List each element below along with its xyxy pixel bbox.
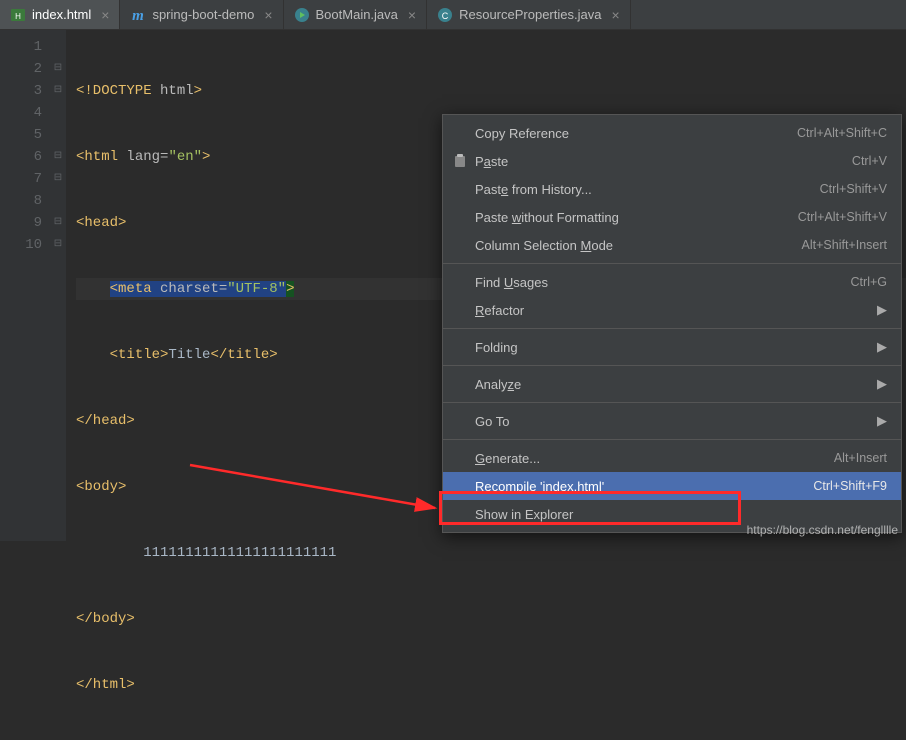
line-number: 10 [0,234,42,256]
line-number: 9 [0,212,42,234]
maven-icon: m [130,7,146,23]
tab-index-html[interactable]: H index.html × [0,0,120,29]
menu-item-folding[interactable]: Folding▶ [443,333,901,361]
menu-separator [443,365,901,366]
svg-text:H: H [15,12,21,21]
line-number: 5 [0,124,42,146]
line-number: 6 [0,146,42,168]
menu-item-paste-history[interactable]: Paste from History...Ctrl+Shift+V [443,175,901,203]
chevron-right-icon: ▶ [877,376,887,392]
line-number: 3 [0,80,42,102]
svg-text:m: m [133,8,145,23]
menu-separator [443,328,901,329]
menu-item-analyze[interactable]: Analyze▶ [443,370,901,398]
tab-spring-boot-demo[interactable]: m spring-boot-demo × [120,0,283,29]
menu-item-refactor[interactable]: Refactor▶ [443,296,901,324]
menu-separator [443,263,901,264]
menu-separator [443,439,901,440]
tab-label: ResourceProperties.java [459,7,601,22]
tab-label: BootMain.java [316,7,398,22]
java-run-icon [294,7,310,23]
menu-item-show-in-explorer[interactable]: Show in Explorer [443,500,901,528]
tab-label: spring-boot-demo [152,7,254,22]
paste-icon [453,154,475,168]
tab-label: index.html [32,7,91,22]
java-class-icon: C [437,7,453,23]
menu-item-find-usages[interactable]: Find UsagesCtrl+G [443,268,901,296]
menu-separator [443,402,901,403]
close-icon[interactable]: × [408,7,416,23]
tab-resourceproperties-java[interactable]: C ResourceProperties.java × [427,0,631,29]
menu-item-go-to[interactable]: Go To▶ [443,407,901,435]
menu-item-generate[interactable]: Generate...Alt+Insert [443,444,901,472]
menu-item-copy-reference[interactable]: Copy ReferenceCtrl+Alt+Shift+C [443,119,901,147]
line-number: 8 [0,190,42,212]
line-number: 1 [0,36,42,58]
html-file-icon: H [10,7,26,23]
chevron-right-icon: ▶ [877,339,887,355]
close-icon[interactable]: × [611,7,619,23]
menu-item-paste[interactable]: PasteCtrl+V [443,147,901,175]
close-icon[interactable]: × [264,7,272,23]
line-number-gutter[interactable]: 1 2 3 4 5 6 7 8 9 10 [0,30,50,541]
fold-column[interactable]: ⊟⊟⊟⊟⊟⊟ [50,30,66,541]
menu-item-column-selection[interactable]: Column Selection ModeAlt+Shift+Insert [443,231,901,259]
menu-item-paste-no-format[interactable]: Paste without FormattingCtrl+Alt+Shift+V [443,203,901,231]
line-number: 2 [0,58,42,80]
line-number: 4 [0,102,42,124]
chevron-right-icon: ▶ [877,413,887,429]
editor-tabs: H index.html × m spring-boot-demo × Boot… [0,0,906,30]
tab-bootmain-java[interactable]: BootMain.java × [284,0,428,29]
menu-item-recompile[interactable]: Recompile 'index.html'Ctrl+Shift+F9 [443,472,901,500]
close-icon[interactable]: × [101,7,109,23]
chevron-right-icon: ▶ [877,302,887,318]
svg-text:C: C [442,11,449,21]
context-menu: Copy ReferenceCtrl+Alt+Shift+C PasteCtrl… [442,114,902,533]
line-number: 7 [0,168,42,190]
